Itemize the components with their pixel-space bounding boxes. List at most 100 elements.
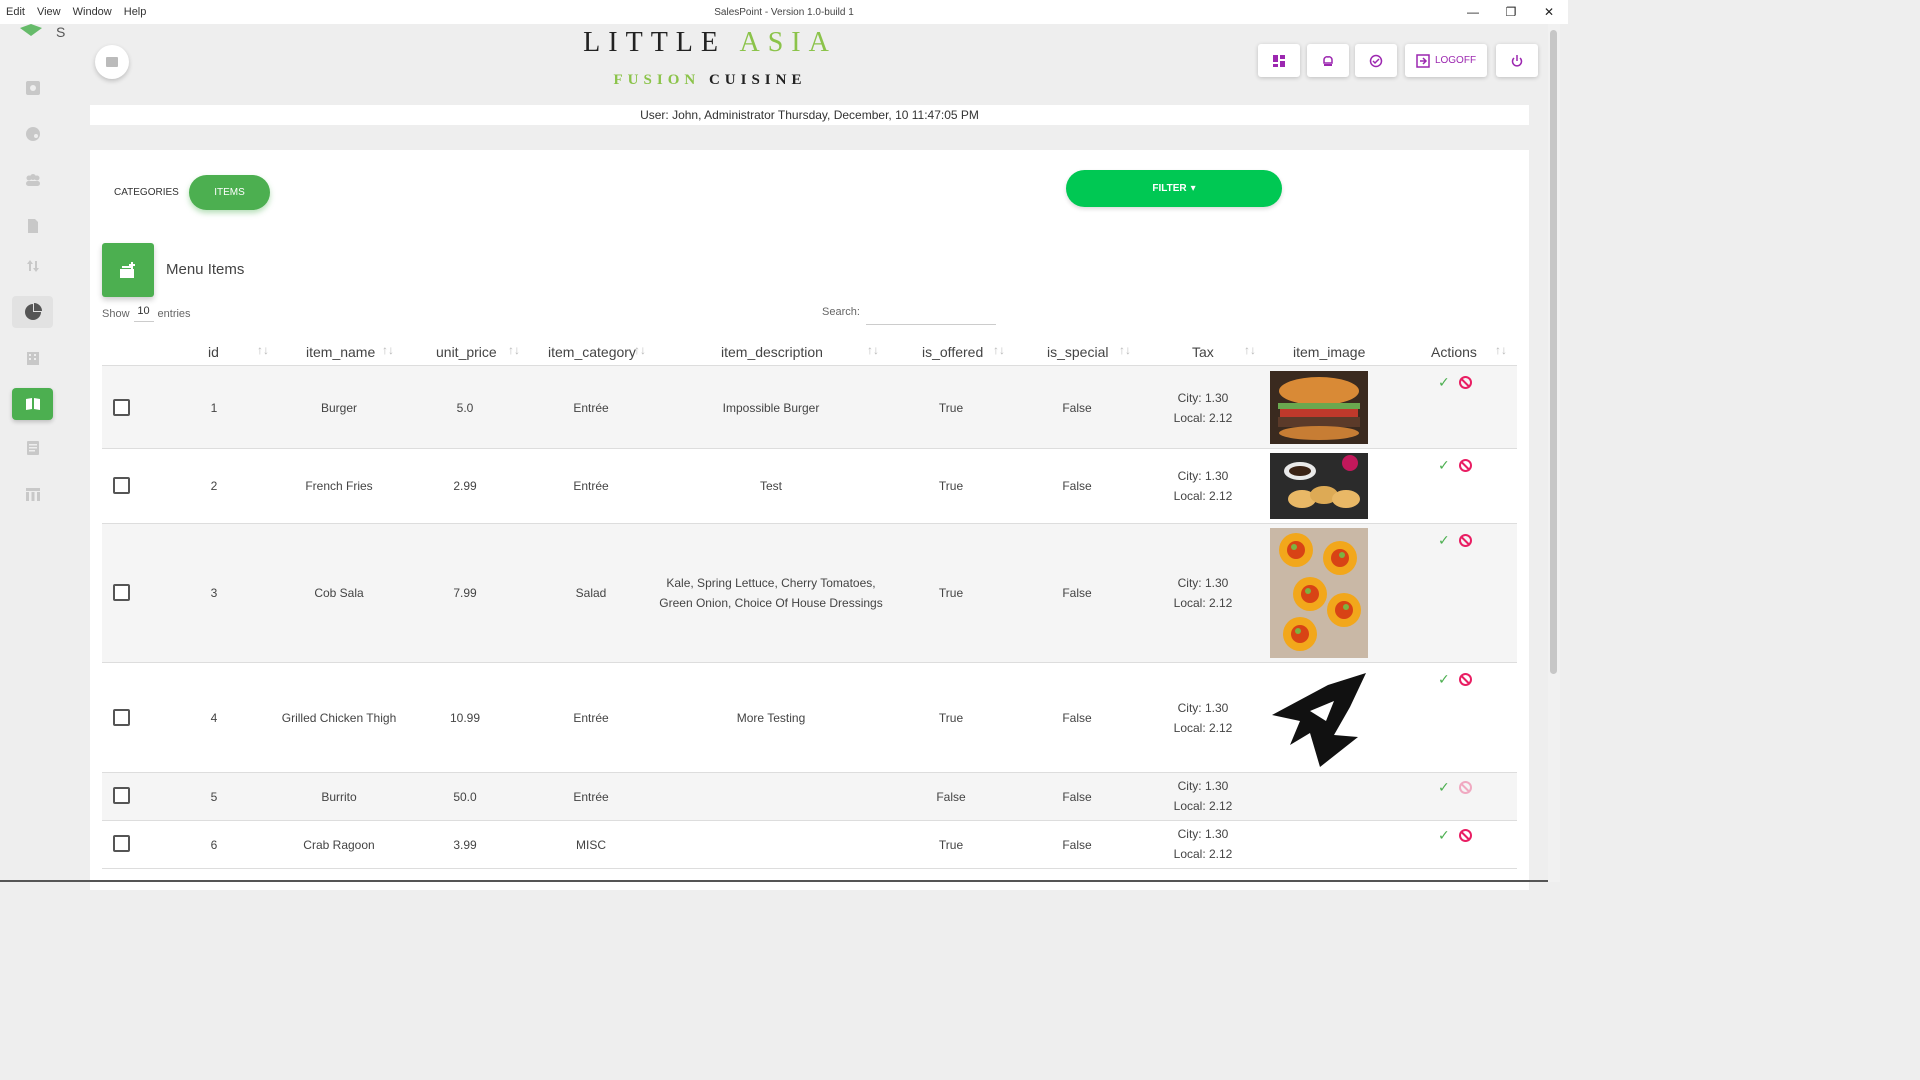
sidebar-item-documents[interactable] [12, 210, 53, 242]
sort-icon[interactable]: ↑↓ [634, 343, 646, 357]
kitchen-button[interactable] [1307, 44, 1349, 77]
table-row[interactable]: 1 Burger 5.0 Entrée Impossible Burger Tr… [102, 366, 1517, 449]
disable-icon[interactable] [1459, 459, 1472, 472]
disable-icon[interactable] [1459, 534, 1472, 547]
sort-icon[interactable]: ↑↓ [257, 343, 269, 357]
cell-id: 6 [210, 838, 218, 852]
search-input[interactable] [866, 300, 996, 325]
sort-icon[interactable]: ↑↓ [993, 343, 1005, 357]
power-button[interactable] [1496, 44, 1538, 77]
cell-item-name: Burger [320, 401, 358, 415]
sidebar-item-orders[interactable] [12, 432, 53, 464]
title-bar: Edit View Window Help SalesPoint - Versi… [0, 0, 1568, 24]
sidebar: S [0, 24, 66, 882]
brand-word-cuisine: CUISINE [708, 72, 807, 88]
column-header-actions[interactable]: Actions [1431, 344, 1477, 360]
disable-icon[interactable] [1459, 781, 1472, 794]
scrollbar-thumb[interactable] [1550, 30, 1557, 674]
column-header-id[interactable]: id [208, 344, 219, 360]
sort-icon[interactable]: ↑↓ [382, 343, 394, 357]
sort-icon[interactable]: ↑↓ [1244, 343, 1256, 357]
sidebar-item-reports[interactable] [12, 296, 53, 328]
approve-icon[interactable]: ✓ [1438, 457, 1450, 474]
restore-button[interactable]: ❐ [1492, 0, 1530, 24]
sidebar-item-business[interactable] [12, 342, 53, 374]
sidebar-item-settings[interactable] [12, 72, 53, 104]
tab-categories[interactable]: CATEGORIES [114, 183, 179, 202]
approve-icon[interactable]: ✓ [1438, 827, 1450, 844]
tab-items[interactable]: ITEMS [189, 175, 270, 210]
approve-icon[interactable]: ✓ [1438, 779, 1450, 796]
sort-icon[interactable]: ↑↓ [1495, 343, 1507, 357]
table-row[interactable]: 5 Burrito 50.0 Entrée False False City: … [102, 773, 1517, 821]
cell-unit-price: 50.0 [453, 790, 477, 804]
approve-icon[interactable]: ✓ [1438, 671, 1450, 688]
cell-unit-price: 3.99 [453, 838, 477, 852]
menu-window[interactable]: Window [73, 6, 112, 18]
row-checkbox[interactable] [113, 399, 130, 416]
cell-unit-price: 10.99 [449, 711, 481, 725]
column-header-unit-price[interactable]: unit_price [436, 344, 497, 360]
building-icon [26, 352, 39, 365]
list-icon [106, 57, 118, 67]
sort-icon[interactable]: ↑↓ [1119, 343, 1131, 357]
disable-icon[interactable] [1459, 376, 1472, 389]
table-row[interactable]: 2 French Fries 2.99 Entrée Test True Fal… [102, 449, 1517, 524]
approve-icon[interactable]: ✓ [1438, 532, 1450, 549]
sort-icon[interactable]: ↑↓ [508, 343, 520, 357]
sort-icon[interactable]: ↑↓ [867, 343, 879, 357]
filter-dropdown-button[interactable]: FILTER ▾ [1066, 170, 1282, 207]
table-header: id ↑↓ item_name ↑↓ unit_price ↑↓ item_ca… [102, 338, 1517, 366]
check-circle-icon [1369, 54, 1383, 67]
sidebar-item-users[interactable] [12, 164, 53, 196]
column-header-is-offered[interactable]: is_offered [922, 344, 983, 360]
column-header-item-description[interactable]: item_description [721, 344, 823, 360]
sidebar-item-tables[interactable] [12, 478, 53, 510]
entries-select[interactable]: 10 [133, 305, 154, 322]
app-logo-icon [20, 24, 42, 36]
cell-item-name: Grilled Chicken Thigh [281, 711, 397, 725]
tax-city: City: 1.30 [1177, 827, 1229, 841]
column-header-item-name[interactable]: item_name [306, 344, 375, 360]
menu-edit[interactable]: Edit [6, 6, 25, 18]
close-button[interactable]: ✕ [1530, 0, 1568, 24]
table-row[interactable]: 3 Cob Sala 7.99 Salad Kale, Spring Lettu… [102, 524, 1517, 663]
sidebar-item-transfer[interactable] [12, 250, 53, 282]
menu-help[interactable]: Help [124, 6, 147, 18]
row-checkbox[interactable] [113, 584, 130, 601]
approve-icon[interactable]: ✓ [1438, 374, 1450, 391]
cell-id: 5 [210, 790, 218, 804]
table-row[interactable]: 6 Crab Ragoon 3.99 MISC True False City:… [102, 821, 1517, 869]
tax-local: Local: 2.12 [1173, 847, 1233, 861]
sidebar-item-menu[interactable] [12, 388, 53, 420]
column-header-item-category[interactable]: item_category [548, 344, 636, 360]
sidebar-item-theme[interactable] [12, 118, 53, 150]
disable-icon[interactable] [1459, 673, 1472, 686]
disable-icon[interactable] [1459, 829, 1472, 842]
column-header-is-special[interactable]: is_special [1047, 344, 1108, 360]
cell-item-description: More Testing [736, 711, 806, 725]
menu-view[interactable]: View [37, 6, 61, 18]
gear-icon [25, 81, 40, 95]
check-task-button[interactable] [1355, 44, 1397, 77]
row-checkbox[interactable] [113, 787, 130, 804]
column-header-tax[interactable]: Tax [1192, 344, 1214, 360]
minimize-button[interactable]: — [1454, 0, 1492, 24]
sidebar-toggle-button[interactable] [95, 45, 129, 79]
logoff-button[interactable]: LOGOFF [1405, 44, 1487, 77]
tax-local: Local: 2.12 [1173, 799, 1233, 813]
item-image-dumplings [1270, 453, 1368, 519]
row-checkbox[interactable] [113, 477, 130, 494]
cell-is-offered: True [938, 401, 964, 415]
tax-city: City: 1.30 [1177, 701, 1229, 715]
dashboard-button[interactable] [1258, 44, 1300, 77]
vertical-scrollbar[interactable] [1548, 24, 1560, 882]
table-row[interactable]: 4 Grilled Chicken Thigh 10.99 Entrée Mor… [102, 663, 1517, 773]
file-icon [27, 219, 38, 233]
cell-unit-price: 2.99 [453, 479, 477, 493]
cell-tax: City: 1.30 Local: 2.12 [1174, 824, 1233, 864]
search-label: Search: [822, 306, 860, 318]
window-title: SalesPoint - Version 1.0-build 1 [714, 6, 854, 18]
row-checkbox[interactable] [113, 709, 130, 726]
row-checkbox[interactable] [113, 835, 130, 852]
